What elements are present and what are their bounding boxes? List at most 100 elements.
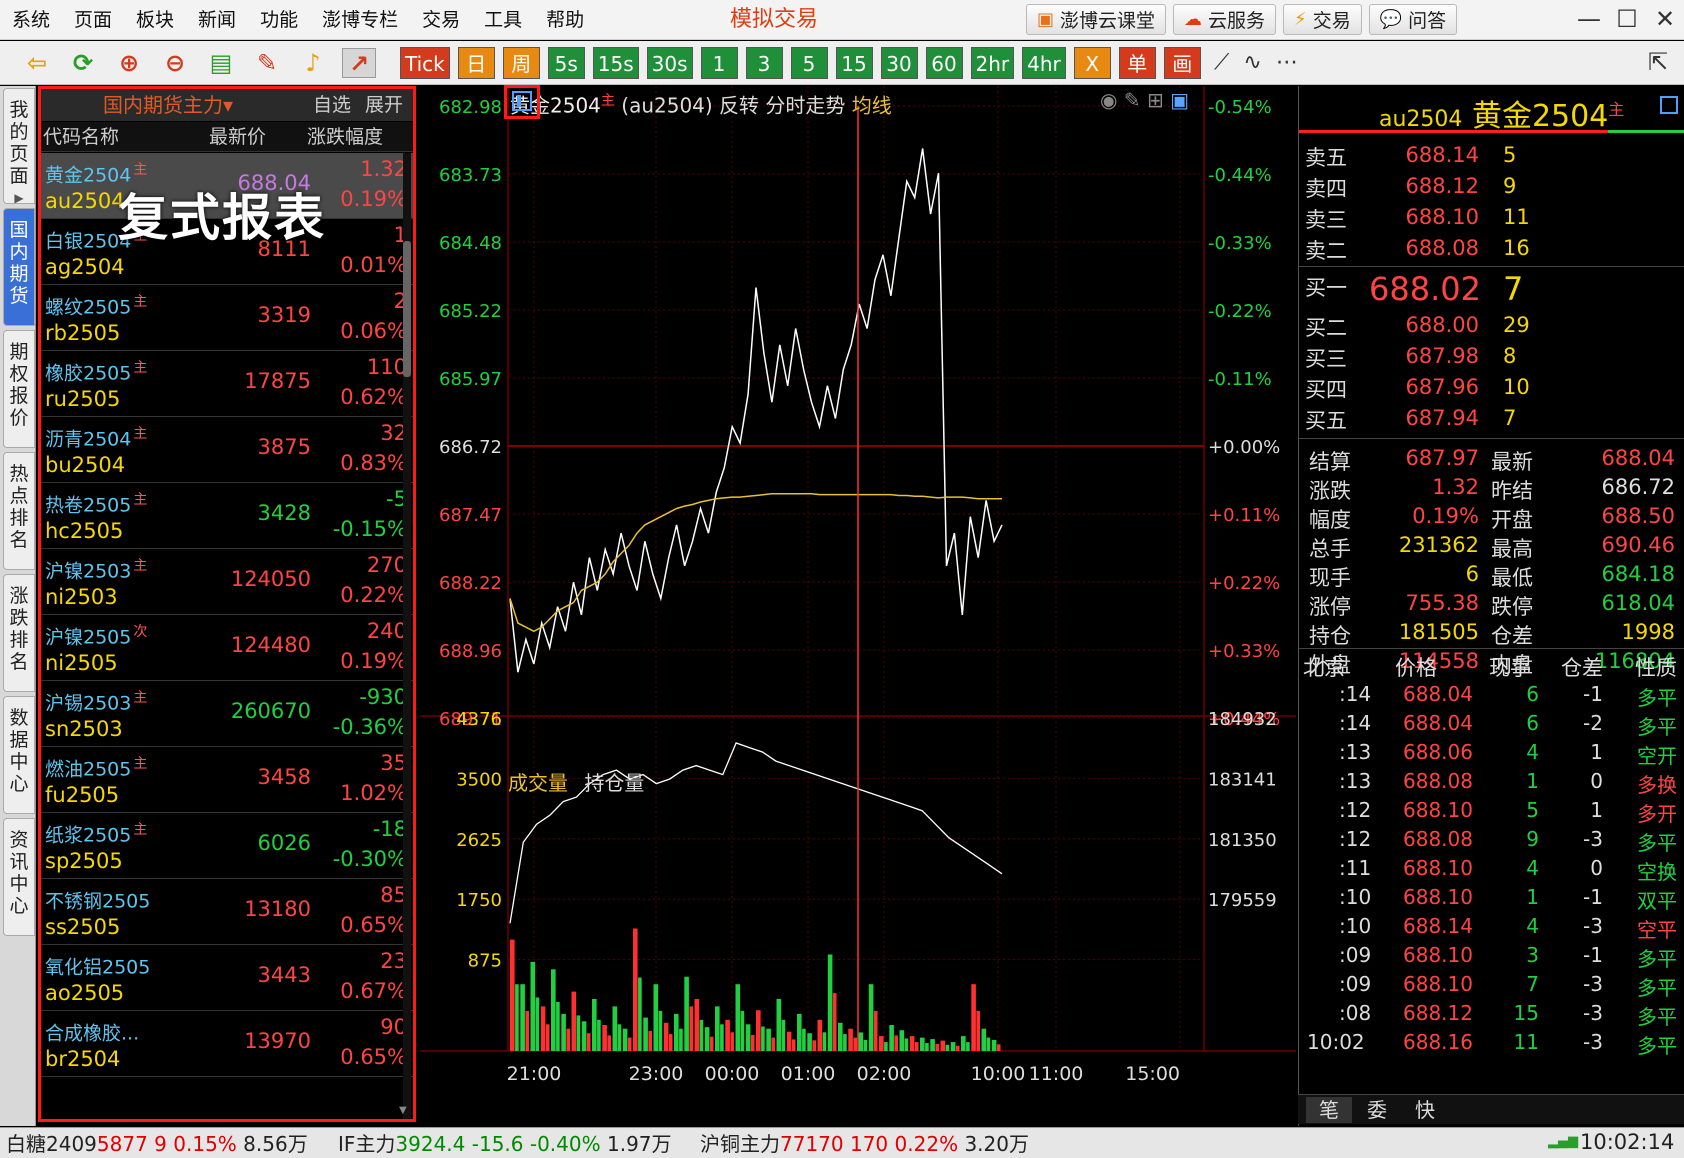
more-icon[interactable]: ⋯	[1276, 48, 1298, 78]
order-button[interactable]: 单	[1118, 47, 1156, 79]
period-tick[interactable]: Tick	[400, 47, 450, 79]
period-day[interactable]: 日	[457, 47, 495, 79]
grid-icon[interactable]: ⊞	[1147, 88, 1164, 112]
column-price[interactable]: 最新价	[209, 124, 266, 150]
panel-toggle-icon[interactable]	[512, 91, 532, 111]
menu-trade[interactable]: 交易	[410, 0, 472, 40]
ask-row[interactable]: 卖五 688.14 5	[1299, 140, 1684, 171]
line-tool-icon[interactable]: ⟋	[1214, 48, 1229, 78]
bid-row[interactable]: 买二 688.00 29	[1299, 310, 1684, 341]
menu-system[interactable]: 系统	[0, 0, 62, 40]
period-1m[interactable]: 1	[700, 47, 738, 79]
window-icon[interactable]: ▤	[204, 48, 238, 78]
ask-row[interactable]: 卖二 688.08 16	[1299, 233, 1684, 264]
tab-orders[interactable]: 委	[1354, 1097, 1400, 1123]
period-15s[interactable]: 15s	[592, 47, 639, 79]
bid-row[interactable]: 买四 687.96 10	[1299, 372, 1684, 403]
quote-row[interactable]: 沪镍2505 次 ni2505 124480 240 0.19%	[41, 615, 413, 681]
menu-help[interactable]: 帮助	[534, 0, 596, 40]
refresh-icon[interactable]: ⟳	[66, 48, 100, 78]
tab-fast[interactable]: 快	[1402, 1097, 1448, 1123]
wave-icon[interactable]: ∿	[1243, 48, 1261, 78]
menu-tools[interactable]: 工具	[472, 0, 534, 40]
corner-arrow-icon[interactable]: ⇱	[1648, 48, 1668, 76]
panel-icon[interactable]: ▣	[1170, 88, 1189, 112]
classroom-button[interactable]: ▣ 澎博云课堂	[1026, 4, 1167, 35]
menu-function[interactable]: 功能	[248, 0, 310, 40]
quote-row[interactable]: 不锈钢2505 ss2505 13180 85 0.65%	[41, 879, 413, 945]
menu-sector[interactable]: 板块	[124, 0, 186, 40]
scrollbar[interactable]	[403, 153, 411, 1119]
tick-row[interactable]: :10 688.14 4 -3 空平	[1299, 912, 1684, 942]
intraday-chart[interactable]: 682.98 -0.54% 683.73 -0.44% 684.48 -0.33% 685.…	[420, 86, 1296, 1126]
quote-row[interactable]: 沥青2504 主 bu2504 3875 32 0.83%	[41, 417, 413, 483]
period-week[interactable]: 周	[502, 47, 540, 79]
period-x[interactable]: X	[1073, 47, 1111, 79]
quote-row[interactable]: 燃油2505 主 fu2505 3458 35 1.02%	[41, 747, 413, 813]
sidebar-tab-data[interactable]: 数据中心	[3, 696, 35, 814]
tick-row[interactable]: :13 688.06 4 1 空开	[1299, 738, 1684, 768]
bell-icon[interactable]: ♪	[296, 48, 330, 78]
tick-row[interactable]: :11 688.10 4 0 空换	[1299, 854, 1684, 884]
tick-row[interactable]: :13 688.08 1 0 多换	[1299, 767, 1684, 797]
quote-row[interactable]: 沪锡2503 主 sn2503 260670 -930 -0.36%	[41, 681, 413, 747]
bid-row[interactable]: 买一 688.02 7	[1299, 270, 1684, 310]
scrollbar-thumb[interactable]	[403, 241, 411, 377]
qa-button[interactable]: 💬 问答	[1368, 4, 1458, 35]
bid-row[interactable]: 买五 687.94 7	[1299, 403, 1684, 434]
ask-row[interactable]: 卖四 688.12 9	[1299, 171, 1684, 202]
tick-row[interactable]: :14 688.04 6 -2 多平	[1299, 709, 1684, 739]
eye-icon[interactable]: ◉	[1100, 88, 1117, 112]
column-name[interactable]: 代码名称	[43, 124, 119, 150]
ticker-item[interactable]: 白糖24095877 9 0.15% 8.56万	[6, 1131, 308, 1157]
quote-row[interactable]: 螺纹2505 主 rb2505 3319 2 0.06%	[41, 285, 413, 351]
column-change[interactable]: 涨跌幅度	[307, 124, 383, 150]
cloud-service-button[interactable]: ☁ 云服务	[1173, 4, 1277, 35]
ticker-item[interactable]: 沪铜主力77170 170 0.22% 3.20万	[700, 1131, 1029, 1157]
tab-ticks[interactable]: 笔	[1306, 1097, 1352, 1123]
quote-row[interactable]: 纸浆2505 主 sp2505 6026 -18 -0.30%	[41, 813, 413, 879]
close-icon[interactable]: ✕	[1646, 0, 1684, 40]
period-5s[interactable]: 5s	[547, 47, 585, 79]
quote-row[interactable]: 橡胶2505 主 ru2505 17875 110 0.62%	[41, 351, 413, 417]
menu-column[interactable]: 澎博专栏	[310, 0, 410, 40]
quote-row[interactable]: 热卷2505 主 hc2505 3428 -5 -0.15%	[41, 483, 413, 549]
period-30m[interactable]: 30	[880, 47, 918, 79]
pen-icon[interactable]: ✎	[250, 48, 284, 78]
tick-row[interactable]: :08 688.12 15 -3 多平	[1299, 999, 1684, 1029]
back-arrow-icon[interactable]: ⇦	[20, 48, 54, 78]
maximize-icon[interactable]: ☐	[1608, 0, 1646, 40]
sidebar-tab-my-page[interactable]: 我的页面 ▶	[3, 88, 35, 205]
quote-list-title[interactable]: 国内期货主力▾	[103, 91, 233, 119]
period-5m[interactable]: 5	[790, 47, 828, 79]
panel-toggle-icon[interactable]	[1660, 96, 1678, 114]
sidebar-tab-info[interactable]: 资讯中心	[3, 818, 35, 936]
tick-row[interactable]: :14 688.04 6 -1 多平	[1299, 680, 1684, 710]
menu-news[interactable]: 新闻	[186, 0, 248, 40]
sidebar-tab-futures[interactable]: 国内期货	[3, 208, 35, 326]
period-15m[interactable]: 15	[835, 47, 873, 79]
sidebar-tab-hot[interactable]: 热点排名	[3, 452, 35, 570]
scroll-down-icon[interactable]: ▼	[399, 1105, 407, 1116]
ticker-item[interactable]: IF主力3924.4 -15.6 -0.40% 1.97万	[338, 1131, 672, 1157]
tick-row[interactable]: :09 688.10 7 -3 多平	[1299, 970, 1684, 1000]
edit-icon[interactable]: ✎	[1124, 88, 1141, 112]
draw-button[interactable]: 画	[1163, 47, 1201, 79]
bid-row[interactable]: 买三 687.98 8	[1299, 341, 1684, 372]
quote-row[interactable]: 合成橡胶... br2504 13970 90 0.65%	[41, 1011, 413, 1077]
period-2hr[interactable]: 2hr	[970, 47, 1015, 79]
ask-row[interactable]: 卖三 688.10 11	[1299, 202, 1684, 233]
period-4hr[interactable]: 4hr	[1022, 47, 1066, 79]
minimize-icon[interactable]: —	[1570, 0, 1608, 40]
zoom-in-icon[interactable]: ⊕	[112, 48, 146, 78]
tick-row[interactable]: :09 688.10 3 -1 多平	[1299, 941, 1684, 971]
tick-row[interactable]: :12 688.08 9 -3 多平	[1299, 825, 1684, 855]
sidebar-tab-options[interactable]: 期权报价	[3, 330, 35, 448]
period-60m[interactable]: 60	[925, 47, 963, 79]
tick-row[interactable]: :12 688.10 5 1 多开	[1299, 796, 1684, 826]
quote-list-options[interactable]: 自选 展开	[313, 91, 403, 119]
quote-row[interactable]: 氧化铝2505 ao2505 3443 23 0.67%	[41, 945, 413, 1011]
tick-row[interactable]: :10 688.10 1 -1 双平	[1299, 883, 1684, 913]
trade-button[interactable]: ⚡ 交易	[1283, 4, 1362, 35]
tick-row[interactable]: 10:02 688.16 11 -3 多平	[1299, 1028, 1684, 1058]
